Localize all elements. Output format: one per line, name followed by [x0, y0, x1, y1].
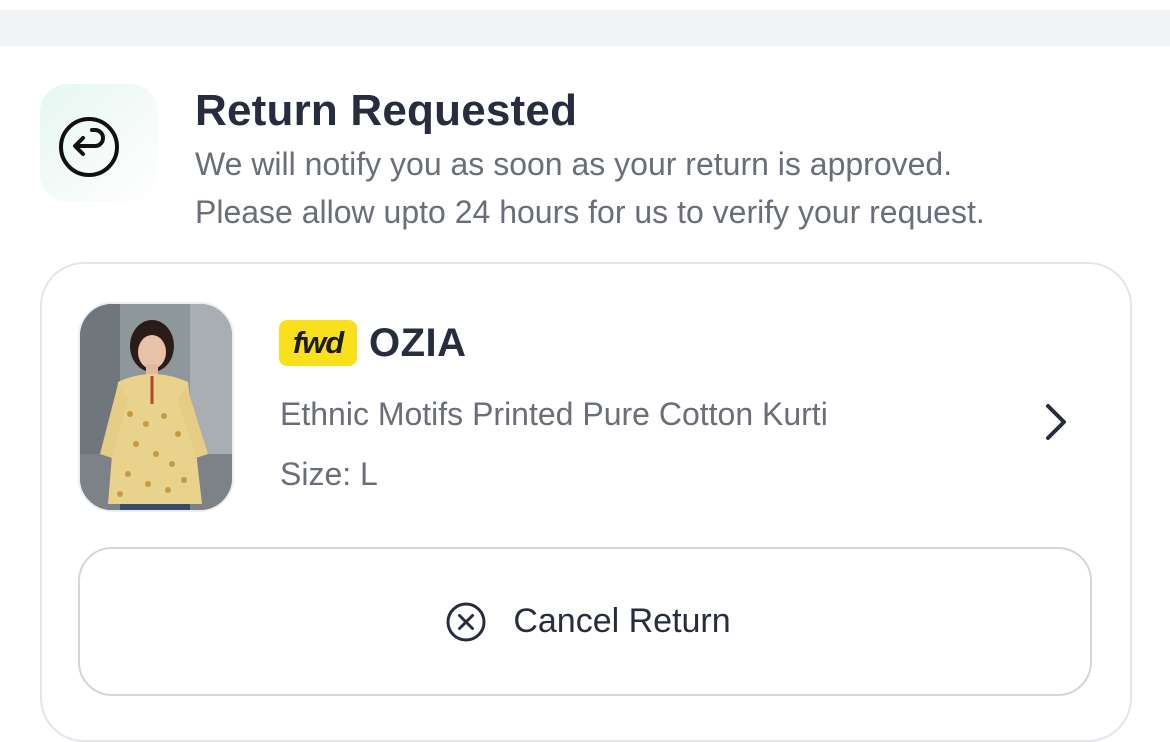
status-title: Return Requested — [195, 86, 578, 135]
product-size: Size: L — [280, 456, 378, 492]
top-divider — [0, 10, 1170, 46]
chevron-right-icon[interactable] — [1036, 400, 1076, 444]
product-image[interactable] — [78, 302, 234, 512]
brand-name: OZIA — [369, 321, 467, 365]
cancel-return-label: Cancel Return — [513, 602, 731, 640]
return-icon — [59, 117, 119, 177]
brand-badge: fwd — [279, 320, 357, 366]
top-band — [0, 0, 1170, 46]
status-icon-container — [40, 84, 158, 202]
status-message-line1: We will notify you as soon as your retur… — [195, 146, 953, 182]
product-title[interactable]: Ethnic Motifs Printed Pure Cotton Kurti — [280, 396, 828, 433]
status-message-line2: Please allow upto 24 hours for us to ver… — [195, 194, 985, 230]
cancel-return-button[interactable]: Cancel Return — [78, 547, 1092, 696]
kurti-product-image — [80, 304, 232, 510]
close-circle-icon — [446, 602, 486, 641]
